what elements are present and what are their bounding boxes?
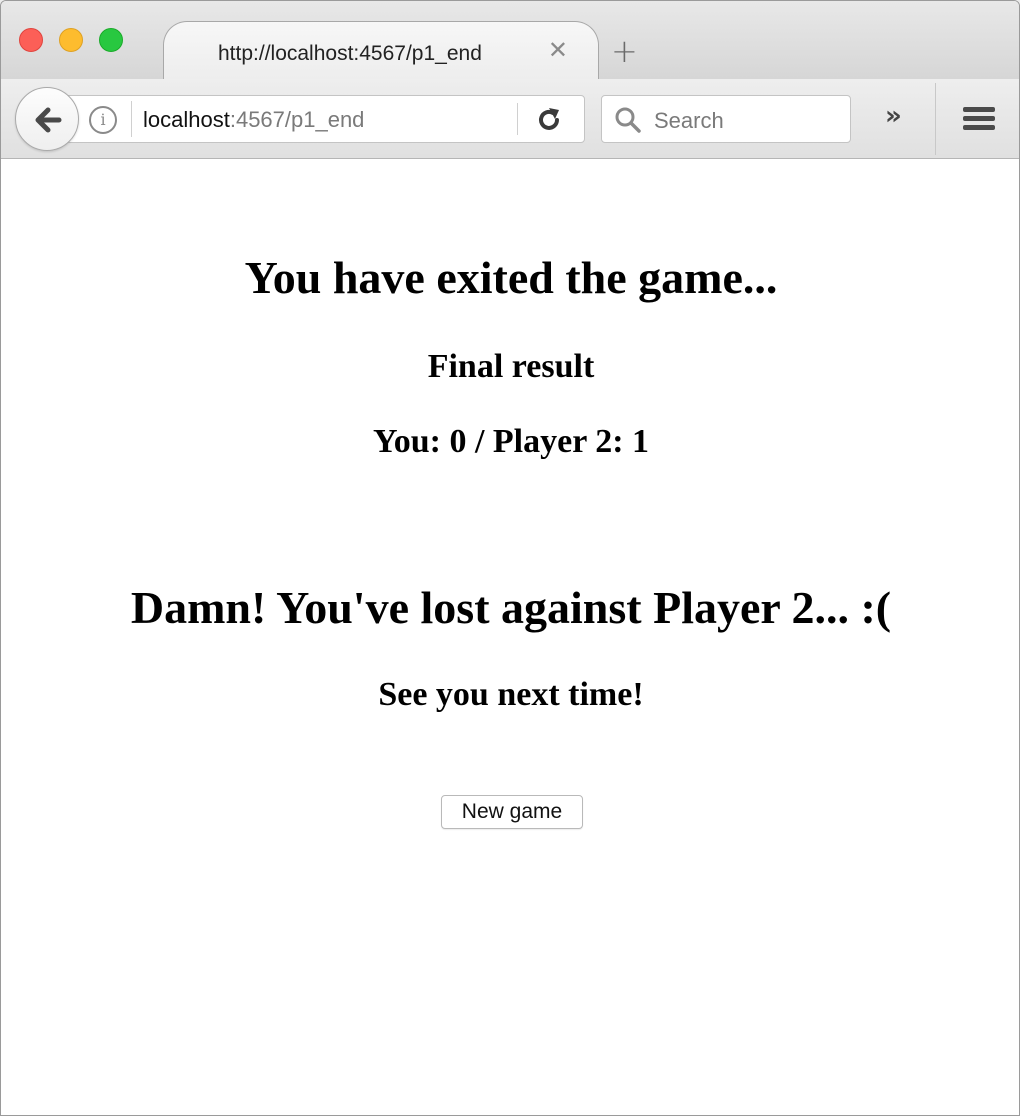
browser-window: http://localhost:4567/p1_end ✕ + i local…: [0, 0, 1020, 1116]
window-close-button[interactable]: [19, 28, 43, 52]
window-minimize-button[interactable]: [59, 28, 83, 52]
chevron-double-right-icon[interactable]: »: [885, 103, 902, 129]
outcome-message: Damn! You've lost against Player 2... :(: [130, 582, 892, 633]
tab-title: http://localhost:4567/p1_end: [218, 42, 482, 65]
search-placeholder: Search: [654, 108, 724, 133]
arrow-left-icon: [35, 107, 62, 133]
close-icon[interactable]: ✕: [548, 38, 568, 62]
url-divider: [131, 101, 132, 137]
search-icon: [615, 107, 641, 133]
url-text[interactable]: localhost:4567/p1_end: [143, 107, 364, 133]
page-content: You have exited the game... Final result…: [1, 159, 1019, 1115]
tab-strip: http://localhost:4567/p1_end ✕ +: [1, 1, 1019, 79]
url-path: :4567/p1_end: [229, 107, 365, 132]
back-button[interactable]: [15, 87, 79, 151]
browser-tab[interactable]: http://localhost:4567/p1_end ✕: [163, 21, 599, 79]
score-line: You: 0 / Player 2: 1: [372, 423, 650, 460]
page-title: You have exited the game...: [244, 252, 778, 303]
reload-divider: [517, 103, 518, 135]
final-result-heading: Final result: [427, 348, 595, 385]
url-host: localhost: [143, 107, 230, 132]
toolbar-separator: [935, 83, 936, 155]
farewell-message: See you next time!: [378, 676, 644, 713]
navigation-toolbar: i localhost:4567/p1_end Search »: [1, 79, 1019, 159]
window-maximize-button[interactable]: [99, 28, 123, 52]
new-game-button[interactable]: New game: [441, 795, 583, 829]
plus-icon[interactable]: +: [611, 35, 638, 67]
search-bar[interactable]: Search: [601, 95, 851, 143]
reload-icon[interactable]: [535, 106, 563, 134]
info-icon[interactable]: i: [89, 106, 117, 134]
hamburger-menu-icon[interactable]: [963, 107, 995, 131]
